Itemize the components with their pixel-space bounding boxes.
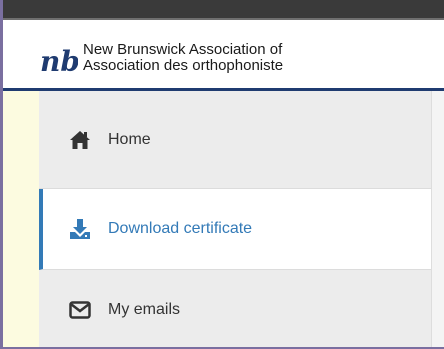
download-icon (69, 218, 91, 240)
main-menu: Home Download certificate My emails (39, 91, 431, 347)
organization-name-french: Association des orthophoniste (83, 57, 284, 74)
menu-item-my-emails[interactable]: My emails (39, 270, 431, 347)
browser-top-bar (3, 0, 444, 18)
svg-text:nb: nb (40, 46, 78, 76)
organization-name-english: New Brunswick Association of (83, 41, 283, 58)
menu-item-my-emails-label: My emails (108, 300, 181, 318)
home-icon (69, 129, 91, 151)
menu-item-home[interactable]: Home (39, 91, 431, 189)
app-frame: nb New Brunswick Association of Associat… (0, 0, 444, 349)
nb-logo[interactable]: nb (40, 46, 78, 76)
content-panel-edge (431, 91, 444, 347)
side-strip (3, 91, 39, 347)
menu-item-download-certificate-label: Download certificate (108, 220, 253, 237)
envelope-icon (69, 299, 91, 321)
menu-item-download-certificate[interactable]: Download certificate (39, 189, 431, 270)
site-header: nb New Brunswick Association of Associat… (3, 20, 444, 88)
organization-name: New Brunswick Association of Association… (83, 42, 283, 74)
menu-item-home-label: Home (108, 130, 151, 148)
